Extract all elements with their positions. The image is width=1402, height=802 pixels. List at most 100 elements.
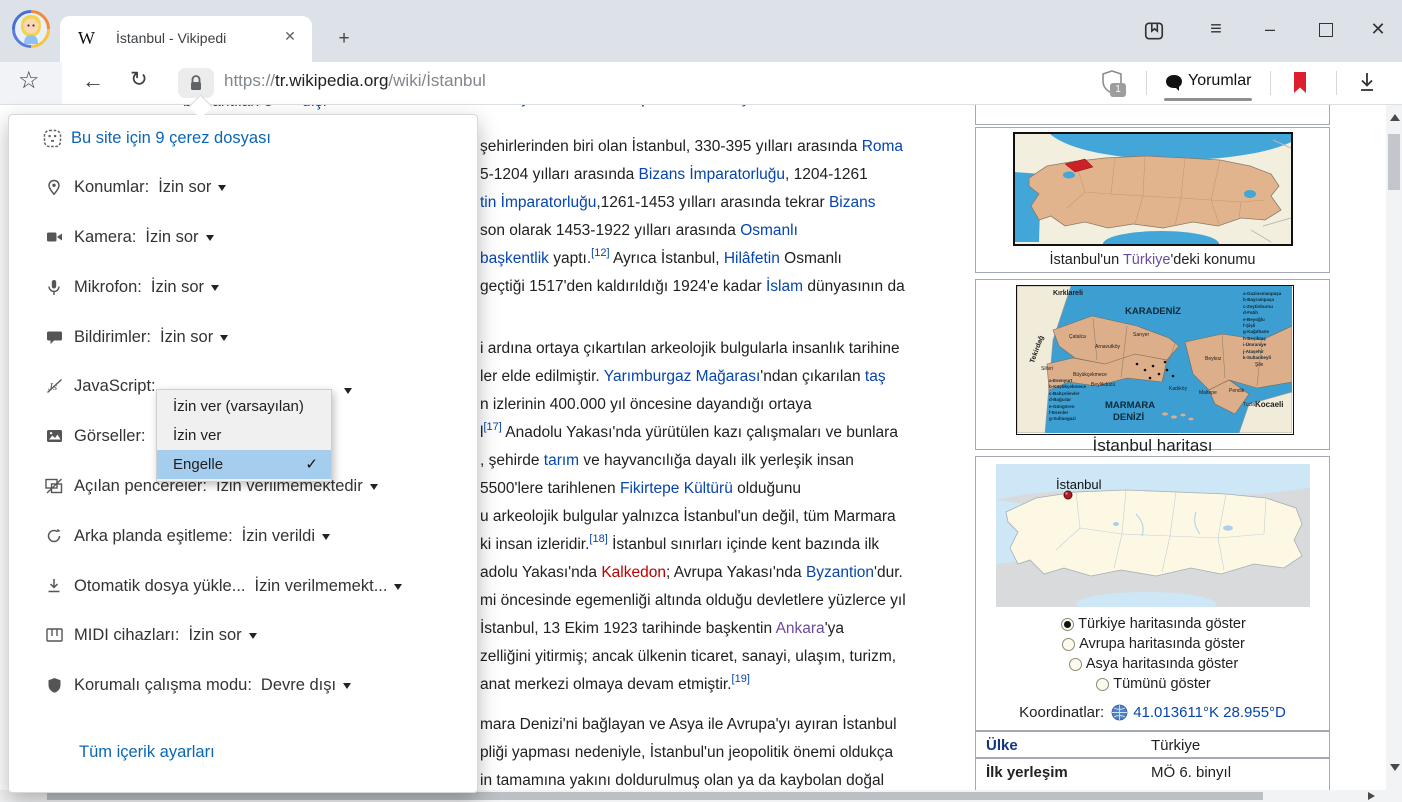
wiki-link[interactable]: Bizans İmparatorluğu <box>639 166 785 183</box>
article-line: başkentlik yaptı.[12] Ayrıca İstanbul, H… <box>480 245 842 273</box>
menu-icon[interactable]: ≡ <box>1198 14 1234 44</box>
permission-value[interactable]: İzin sor <box>160 328 213 347</box>
map-label: f-Esenler <box>1049 410 1068 415</box>
turkey-locator-map[interactable] <box>1013 132 1293 246</box>
dropdown-caret-icon[interactable] <box>206 235 214 245</box>
notification-icon[interactable] <box>1136 16 1172 46</box>
permission-value[interactable]: Devre dışı <box>261 676 336 695</box>
new-tab-button[interactable]: + <box>331 26 357 52</box>
wiki-link[interactable]: Yarımburgaz Mağarası <box>604 368 761 385</box>
permission-value[interactable]: İzin sor <box>151 278 204 297</box>
map-option-row[interactable]: Asya haritasında göster <box>976 654 1331 674</box>
menu-item[interactable]: İzin ver <box>157 421 331 450</box>
wiki-link[interactable]: Bizans <box>829 194 876 211</box>
dropdown-caret-icon[interactable] <box>218 185 226 195</box>
article-text: , 1204-1261 <box>785 166 868 183</box>
address-bar[interactable]: https://tr.wikipedia.org/wiki/İstanbul <box>224 71 486 91</box>
permission-value[interactable]: İzin verilmemekt... <box>255 577 388 596</box>
scroll-up-icon[interactable] <box>1390 114 1400 121</box>
article-text: dünyasının da <box>803 278 905 295</box>
coordinates-link[interactable]: 41.013611°K 28.955°D <box>1133 704 1286 721</box>
dropdown-caret-icon[interactable] <box>249 633 257 643</box>
wiki-link-visited[interactable]: Türkiye <box>1123 252 1171 268</box>
clipped-link-fragment[interactable]: dışı <box>302 104 327 114</box>
scroll-down-icon[interactable] <box>1390 764 1400 771</box>
favorites-star-icon[interactable]: ☆ <box>18 66 40 95</box>
scroll-right-icon[interactable] <box>1368 792 1375 800</box>
dropdown-caret-icon[interactable] <box>322 534 330 544</box>
permission-row[interactable]: Görseller: <box>43 423 155 449</box>
wiki-link[interactable]: İslam <box>766 278 803 295</box>
map-option-row[interactable]: Avrupa haritasında göster <box>976 634 1331 654</box>
wiki-link[interactable]: Fikirtepe Kültürü <box>620 480 733 497</box>
site-permissions-lock-icon[interactable] <box>178 68 214 98</box>
close-icon[interactable]: ✕ <box>1360 14 1396 44</box>
tab-close-icon[interactable]: ✕ <box>280 28 300 45</box>
article-text: i ardına ortaya çıkartılan arkeolojik bu… <box>480 340 900 357</box>
wiki-link[interactable]: başkentlik <box>480 250 549 267</box>
profile-avatar[interactable] <box>12 10 50 48</box>
location-pin-icon <box>43 179 65 196</box>
permission-row[interactable]: MIDI cihazları:İzin sor <box>43 622 257 648</box>
wiki-link[interactable]: tin İmparatorluğu <box>480 194 596 211</box>
permission-value[interactable]: İzin sor <box>145 228 198 247</box>
download-icon[interactable] <box>1356 69 1378 95</box>
refresh-icon[interactable]: ↻ <box>130 67 148 92</box>
radio-icon[interactable] <box>1062 638 1075 651</box>
radio-label: Asya haritasında göster <box>1086 656 1238 672</box>
istanbul-districts-map[interactable]: KARADENİZMARMARADENİZİKırklareliTekirdağ… <box>1016 285 1294 435</box>
javascript-dropdown-caret[interactable] <box>344 388 352 398</box>
article-line: mara Denizi'ni bağlayan ve Asya ile Avru… <box>480 711 897 739</box>
cookies-row[interactable]: Bu site için 9 çerez dosyası <box>43 125 271 151</box>
map-option-row[interactable]: Tümünü göster <box>976 674 1331 694</box>
tracking-prevention-shield-icon[interactable]: 1 <box>1100 69 1134 99</box>
bookmark-icon[interactable] <box>1290 70 1310 96</box>
reference-link[interactable]: [17] <box>483 421 501 433</box>
radio-icon[interactable] <box>1069 658 1082 671</box>
wiki-link[interactable]: Roma <box>862 138 903 155</box>
cookies-link[interactable]: Bu site için 9 çerez dosyası <box>71 129 271 148</box>
dropdown-caret-icon[interactable] <box>394 584 402 594</box>
reference-link[interactable]: [18] <box>589 533 607 545</box>
all-content-settings-link[interactable]: Tüm içerik ayarları <box>79 743 215 762</box>
dropdown-caret-icon[interactable] <box>211 285 219 295</box>
minimize-icon[interactable]: – <box>1252 14 1288 44</box>
menu-item[interactable]: Engelle✓ <box>157 450 331 479</box>
wiki-link[interactable]: taş <box>865 368 886 385</box>
wiki-link[interactable]: Hilâfetin <box>724 250 780 267</box>
dropdown-caret-icon[interactable] <box>343 683 351 693</box>
infobox-row-value[interactable]: Türkiye <box>1151 737 1200 754</box>
permission-row[interactable]: Bildirimler:İzin sor <box>43 324 228 350</box>
back-icon[interactable]: ← <box>82 68 104 94</box>
permission-row[interactable]: Kamera:İzin sor <box>43 224 214 250</box>
vertical-scrollbar-thumb[interactable] <box>1388 134 1400 190</box>
map-option-row[interactable]: Türkiye haritasında göster <box>976 614 1331 634</box>
browser-tab[interactable]: W İstanbul - Vikipedi ✕ <box>60 16 312 62</box>
permission-row[interactable]: Mikrofon:İzin sor <box>43 274 219 300</box>
permission-value[interactable]: İzin verildi <box>242 527 315 546</box>
dropdown-caret-icon[interactable] <box>370 484 378 494</box>
maximize-icon[interactable] <box>1308 14 1344 44</box>
reference-link[interactable]: [19] <box>732 673 750 685</box>
wiki-link-visited[interactable]: Ankara <box>776 620 825 637</box>
dropdown-caret-icon[interactable] <box>220 335 228 345</box>
permission-row[interactable]: JsJavaScript: <box>43 373 165 399</box>
menu-item[interactable]: İzin ver (varsayılan) <box>157 392 331 421</box>
radio-icon[interactable] <box>1096 678 1109 691</box>
permission-value[interactable]: İzin sor <box>158 178 211 197</box>
permission-row[interactable]: Konumlar:İzin sor <box>43 174 226 200</box>
turkey-pushpin-map[interactable]: İstanbul <box>996 464 1310 607</box>
wiki-link[interactable]: tarım <box>544 452 579 469</box>
permission-value[interactable]: İzin sor <box>188 626 241 645</box>
permission-row[interactable]: Korumalı çalışma modu:Devre dışı <box>43 672 351 698</box>
horizontal-scrollbar-thumb[interactable] <box>47 792 1263 800</box>
vertical-scrollbar[interactable] <box>1386 104 1402 802</box>
permission-row[interactable]: Arka planda eşitleme:İzin verildi <box>43 523 330 549</box>
wiki-redlink[interactable]: Kalkedon <box>601 564 666 581</box>
radio-selected-icon[interactable] <box>1061 618 1074 631</box>
wiki-link[interactable]: Osmanlı <box>740 222 798 239</box>
wiki-link[interactable]: Byzantion <box>806 564 874 581</box>
reference-link[interactable]: [12] <box>591 247 609 259</box>
article-text: İstanbul, 13 Ekim 1923 tarihinde başkent… <box>480 620 776 637</box>
permission-row[interactable]: Otomatik dosya yükle...İzin verilmemekt.… <box>43 573 402 599</box>
